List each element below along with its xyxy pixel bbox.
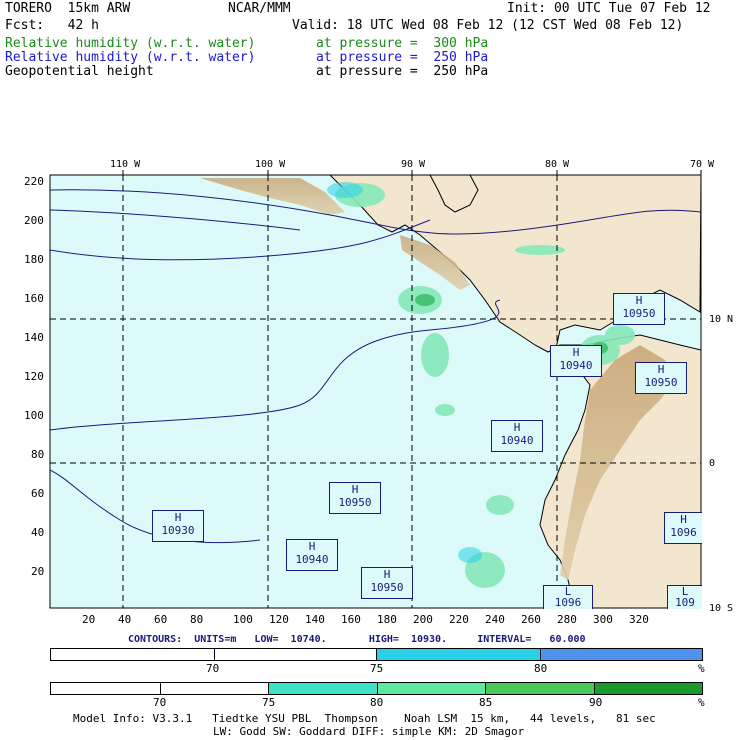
high-value: 10950 <box>338 496 372 509</box>
high-value: 10940 <box>295 553 329 566</box>
y-tick: 80 <box>31 448 45 461</box>
x-tick: 140 <box>305 613 325 626</box>
x-tick: 120 <box>269 613 289 626</box>
colorbar-unit: % <box>698 696 705 709</box>
high-marker: H <box>635 294 643 307</box>
x-tick: 260 <box>521 613 541 626</box>
high-marker: H <box>657 363 665 376</box>
high-center-box: H 10950 <box>613 293 665 325</box>
high-value: 10950 <box>370 581 404 594</box>
high-center-box: H 10940 <box>491 420 543 452</box>
high-marker: H <box>513 421 521 434</box>
x-tick: 60 <box>154 613 168 626</box>
lon-label-80w: 80 W <box>545 159 570 170</box>
x-tick: 180 <box>377 613 397 626</box>
low-value: 109 <box>675 596 695 609</box>
colorbar-unit: % <box>698 662 705 675</box>
colorbar-label: 70 <box>206 662 220 675</box>
high-marker: H <box>383 568 391 581</box>
high-value: 10950 <box>644 376 678 389</box>
y-tick: 40 <box>31 526 45 539</box>
colorbar-segment <box>269 683 378 694</box>
x-tick: 160 <box>341 613 361 626</box>
high-center-box: H 10940 <box>286 539 338 571</box>
high-value: 1096 <box>670 526 697 539</box>
high-marker: H <box>680 513 687 526</box>
weather-map <box>49 170 702 609</box>
low-center-box: L 1096 <box>543 585 593 609</box>
lon-label-90w: 90 W <box>401 159 426 170</box>
model-info: Model Info: V3.3.1 Tiedtke YSU PBL Thomp… <box>73 712 656 725</box>
low-center-box: L 109 <box>667 585 702 609</box>
high-center-box: H 10930 <box>152 510 204 542</box>
low-value: 1096 <box>554 596 582 609</box>
contours-info: CONTOURS: UNITS=m LOW= 10740. HIGH= 1093… <box>128 634 586 645</box>
x-tick: 320 <box>629 613 649 626</box>
colorbar-segment <box>51 683 161 694</box>
y-tick: 160 <box>24 292 44 305</box>
colorbar-segment <box>486 683 595 694</box>
x-tick: 40 <box>118 613 132 626</box>
y-tick: 140 <box>24 331 44 344</box>
x-tick: 200 <box>413 613 433 626</box>
x-tick: 280 <box>557 613 577 626</box>
colorbar-rh-250 <box>50 648 703 661</box>
x-tick: 100 <box>233 613 253 626</box>
lat-label-0: 0 <box>709 458 716 469</box>
colorbar-label: 70 <box>153 696 167 709</box>
colorbar-label: 80 <box>370 696 384 709</box>
y-tick: 220 <box>24 175 44 188</box>
y-tick: 100 <box>24 409 44 422</box>
y-tick: 120 <box>24 370 44 383</box>
high-marker: H <box>308 540 316 553</box>
high-center-box: H 10940 <box>550 345 602 377</box>
lon-label-110w: 110 W <box>110 159 141 170</box>
high-center-box: H 10950 <box>329 482 381 514</box>
high-marker: H <box>351 483 359 496</box>
colorbar-segment <box>51 649 215 660</box>
x-tick: 20 <box>82 613 96 626</box>
colorbar-segment <box>541 649 702 660</box>
high-value: 10940 <box>559 359 593 372</box>
colorbar-segment <box>377 649 541 660</box>
x-tick: 240 <box>485 613 505 626</box>
high-value: 10930 <box>161 524 195 537</box>
colorbar-label: 75 <box>370 662 384 675</box>
high-marker: H <box>572 346 580 359</box>
high-marker: H <box>174 511 182 524</box>
colorbar-segment <box>161 683 269 694</box>
colorbar-segment <box>595 683 702 694</box>
high-value: 10950 <box>622 307 656 320</box>
x-tick: 300 <box>593 613 613 626</box>
colorbar-segment <box>378 683 486 694</box>
colorbar-label: 85 <box>479 696 493 709</box>
x-tick: 80 <box>190 613 204 626</box>
colorbar-label: 80 <box>534 662 548 675</box>
y-tick: 20 <box>31 565 45 578</box>
colorbar-rh-300 <box>50 682 703 695</box>
high-center-box: H 10950 <box>635 362 687 394</box>
lon-label-100w: 100 W <box>255 159 286 170</box>
y-tick: 180 <box>24 253 44 266</box>
colorbar-segment <box>215 649 377 660</box>
y-tick: 200 <box>24 214 44 227</box>
y-tick: 60 <box>31 487 45 500</box>
high-center-box: H 1096 <box>664 512 702 544</box>
lat-label-10n: 10 N <box>709 314 734 325</box>
colorbar-label: 75 <box>262 696 276 709</box>
colorbar-label: 90 <box>589 696 603 709</box>
x-tick: 220 <box>449 613 469 626</box>
model-physics: LW: Godd SW: Goddard DIFF: simple KM: 2D… <box>213 725 525 738</box>
high-value: 10940 <box>500 434 534 447</box>
lon-label-70w: 70 W <box>690 159 715 170</box>
high-center-box: H 10950 <box>361 567 413 599</box>
lat-label-10s: 10 S <box>709 603 734 614</box>
